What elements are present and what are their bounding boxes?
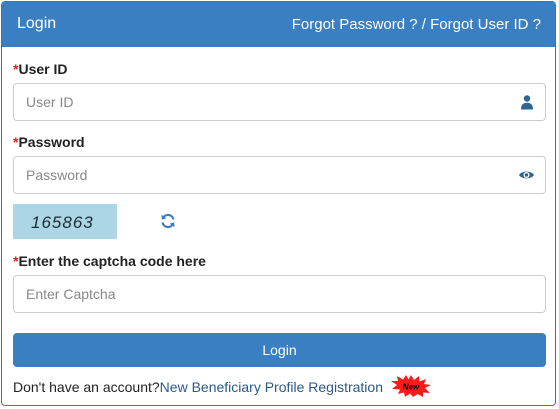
captcha-image: 165863: [13, 204, 117, 239]
captcha-code: 165863: [31, 213, 94, 232]
panel-title: Login: [17, 15, 57, 32]
forgot-password-userid-link[interactable]: Forgot Password ? / Forgot User ID ?: [292, 16, 541, 33]
userid-label: *User ID: [13, 61, 67, 77]
registration-prompt: Don't have an account?New Beneficiary Pr…: [13, 379, 383, 395]
userid-label-text: User ID: [18, 61, 68, 77]
userid-field[interactable]: [13, 83, 546, 121]
password-label-text: Password: [18, 134, 85, 150]
captcha-label-text: Enter the captcha code here: [18, 253, 206, 269]
new-badge-icon: New: [391, 375, 431, 397]
captcha-input[interactable]: [14, 276, 545, 312]
user-icon: [521, 95, 533, 110]
refresh-icon[interactable]: [160, 213, 176, 229]
login-button[interactable]: Login: [13, 333, 546, 367]
captcha-label: *Enter the captcha code here: [13, 253, 206, 269]
password-input[interactable]: [14, 157, 545, 193]
password-label: *Password: [13, 134, 85, 150]
login-panel: Login Forgot Password ? / Forgot User ID…: [1, 1, 556, 406]
new-beneficiary-registration-link[interactable]: New Beneficiary Profile Registration: [160, 379, 383, 395]
userid-input[interactable]: [14, 84, 545, 120]
new-badge-text: New: [403, 383, 420, 392]
eye-icon[interactable]: [518, 167, 535, 183]
captcha-field[interactable]: [13, 275, 546, 313]
panel-header: Login Forgot Password ? / Forgot User ID…: [2, 2, 555, 47]
no-account-text: Don't have an account?: [13, 379, 160, 395]
password-field[interactable]: [13, 156, 546, 194]
